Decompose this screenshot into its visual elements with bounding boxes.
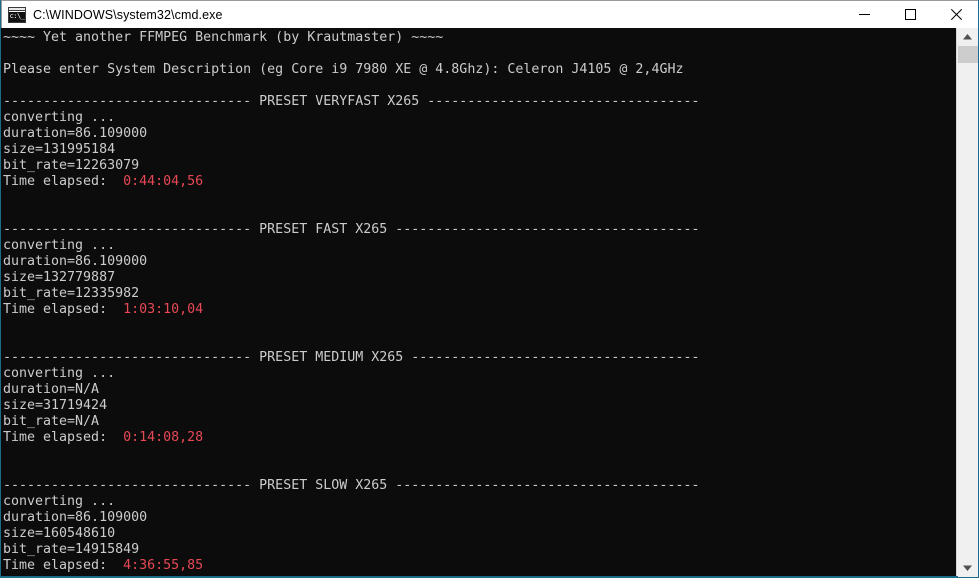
section-header-slow: ------------------------------- PRESET S… xyxy=(3,478,700,493)
cmd-console-icon: c:\_ xyxy=(8,6,26,23)
window-bottom-edge xyxy=(1,576,958,577)
section-header-fast: ------------------------------- PRESET F… xyxy=(3,222,700,237)
time-elapsed-medium: Time elapsed: 0:14:08,28 xyxy=(3,430,958,446)
minimize-button[interactable] xyxy=(841,1,887,28)
size-veryfast: size=131995184 xyxy=(3,142,116,157)
size-medium: size=31719424 xyxy=(3,398,108,413)
title-bar-left: c:\_ C:\WINDOWS\system32\cmd.exe xyxy=(2,1,841,28)
vertical-scrollbar-thumb[interactable] xyxy=(958,46,978,63)
scroll-down-arrow-icon[interactable] xyxy=(957,559,978,577)
time-elapsed-label-fast: Time elapsed: xyxy=(3,302,124,317)
time-elapsed-label-veryfast: Time elapsed: xyxy=(3,174,124,189)
duration-fast: duration=86.109000 xyxy=(3,254,148,269)
scroll-up-arrow-icon[interactable] xyxy=(957,28,978,46)
vertical-scrollbar-track[interactable] xyxy=(957,46,978,559)
duration-slow: duration=86.109000 xyxy=(3,510,148,525)
time-elapsed-veryfast: Time elapsed: 0:44:04,56 xyxy=(3,174,958,190)
time-elapsed-value-veryfast: 0:44:04,56 xyxy=(123,174,204,189)
time-elapsed-label-medium: Time elapsed: xyxy=(3,430,124,445)
time-elapsed-slow: Time elapsed: 4:36:55,85 xyxy=(3,558,958,574)
window-title: C:\WINDOWS\system32\cmd.exe xyxy=(33,7,223,22)
section-header-veryfast: ------------------------------- PRESET V… xyxy=(3,94,700,109)
time-elapsed-value-medium: 0:14:08,28 xyxy=(123,430,204,445)
bitrate-medium: bit_rate=N/A xyxy=(3,414,100,429)
close-button[interactable] xyxy=(933,1,978,28)
section-header-medium: ------------------------------- PRESET M… xyxy=(3,350,700,365)
window-controls xyxy=(841,1,978,28)
maximize-button[interactable] xyxy=(887,1,933,28)
time-elapsed-value-fast: 1:03:10,04 xyxy=(123,302,204,317)
time-elapsed-value-slow: 4:36:55,85 xyxy=(123,558,204,573)
converting-veryfast: converting ... xyxy=(3,110,116,125)
duration-veryfast: duration=86.109000 xyxy=(3,126,148,141)
banner-line: ~~~~ Yet another FFMPEG Benchmark (by Kr… xyxy=(3,30,444,45)
time-elapsed-label-slow: Time elapsed: xyxy=(3,558,124,573)
size-fast: size=132779887 xyxy=(3,270,116,285)
converting-slow: converting ... xyxy=(3,494,116,509)
converting-fast: converting ... xyxy=(3,238,116,253)
bitrate-fast: bit_rate=12335982 xyxy=(3,286,140,301)
duration-medium: duration=N/A xyxy=(3,382,100,397)
cmd-window: c:\_ C:\WINDOWS\system32\cmd.exe ~~~~ Ye… xyxy=(0,0,979,578)
bitrate-slow: bit_rate=14915849 xyxy=(3,542,140,557)
system-description-prompt-line: Please enter System Description (eg Core… xyxy=(3,62,684,77)
vertical-scrollbar[interactable] xyxy=(956,28,978,577)
bitrate-veryfast: bit_rate=12263079 xyxy=(3,158,140,173)
title-bar[interactable]: c:\_ C:\WINDOWS\system32\cmd.exe xyxy=(1,0,978,28)
console-text: ~~~~ Yet another FFMPEG Benchmark (by Kr… xyxy=(1,28,958,577)
cmd-console-icon-glyph: c:\_ xyxy=(9,11,25,20)
size-slow: size=160548610 xyxy=(3,526,116,541)
time-elapsed-fast: Time elapsed: 1:03:10,04 xyxy=(3,302,958,318)
console-output-area[interactable]: ~~~~ Yet another FFMPEG Benchmark (by Kr… xyxy=(1,28,958,577)
converting-medium: converting ... xyxy=(3,366,116,381)
